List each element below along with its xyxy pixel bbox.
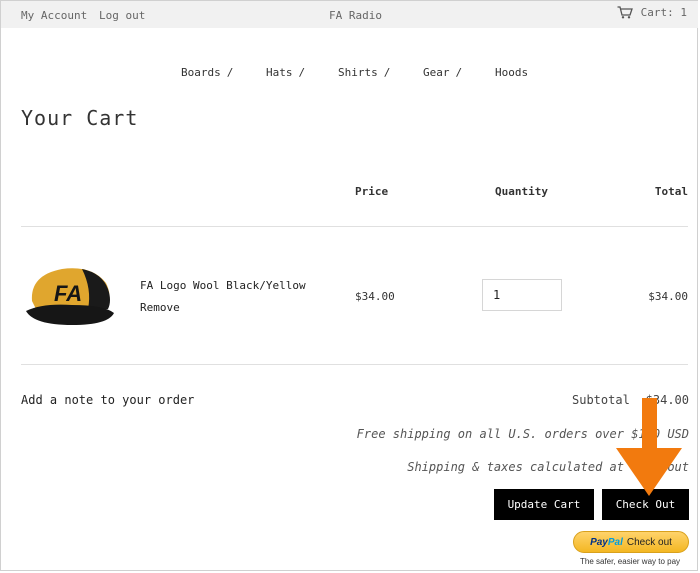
nav-separator: / — [383, 66, 391, 79]
item-line-total: $34.00 — [648, 290, 688, 303]
nav-separator: / — [226, 66, 234, 79]
nav-item-label: Gear — [423, 66, 450, 79]
paypal-logo-pay: Pay — [590, 536, 608, 548]
nav-item-label: Hats — [266, 66, 293, 79]
header-divider — [21, 226, 688, 227]
svg-text:FA: FA — [54, 281, 82, 306]
nav-separator: / — [298, 66, 306, 79]
item-price: $34.00 — [355, 290, 395, 303]
shopping-cart-icon — [617, 6, 633, 19]
nav-item-shirts[interactable]: Shirts / — [338, 66, 390, 79]
quantity-input[interactable] — [482, 279, 562, 311]
nav-item-boards[interactable]: Boards / — [181, 66, 233, 79]
paypal-logo-pal: Pal — [607, 536, 623, 548]
total-column-header: Total — [654, 185, 688, 198]
cart-link[interactable]: Cart: 1 — [617, 6, 687, 19]
price-column-header: Price — [355, 185, 389, 198]
add-order-note-link[interactable]: Add a note to your order — [21, 393, 194, 407]
remove-item-link[interactable]: Remove — [140, 301, 180, 314]
paypal-checkout-button[interactable]: PayPal Check out — [573, 531, 689, 553]
cart-count-label: Cart: 1 — [640, 6, 687, 19]
paypal-logo: PayPal — [590, 537, 623, 548]
nav-item-hoods[interactable]: Hoods — [495, 66, 528, 79]
top-bar: My Account Log out FA Radio Cart: 1 — [1, 1, 698, 28]
update-cart-button[interactable]: Update Cart — [494, 489, 594, 520]
nav-item-label: Shirts — [338, 66, 378, 79]
my-account-link[interactable]: My Account — [21, 9, 87, 22]
nav-item-gear[interactable]: Gear / — [423, 66, 462, 79]
nav-item-hats[interactable]: Hats / — [266, 66, 305, 79]
cap-product-image[interactable]: FA — [22, 259, 116, 329]
paypal-tagline: The safer, easier way to pay — [580, 557, 681, 566]
nav-separator: / — [455, 66, 463, 79]
product-title-link[interactable]: FA Logo Wool Black/Yellow — [140, 279, 306, 292]
nav-item-label: Boards — [181, 66, 221, 79]
logout-link[interactable]: Log out — [99, 9, 145, 22]
paypal-checkout-label: Check out — [626, 536, 672, 548]
nav-item-label: Hoods — [495, 66, 529, 79]
site-title[interactable]: FA Radio — [329, 9, 382, 22]
page-title: Your Cart — [21, 106, 139, 130]
down-arrow-icon — [616, 398, 682, 496]
quantity-column-header: Quantity — [495, 185, 548, 198]
row-divider — [21, 364, 688, 365]
